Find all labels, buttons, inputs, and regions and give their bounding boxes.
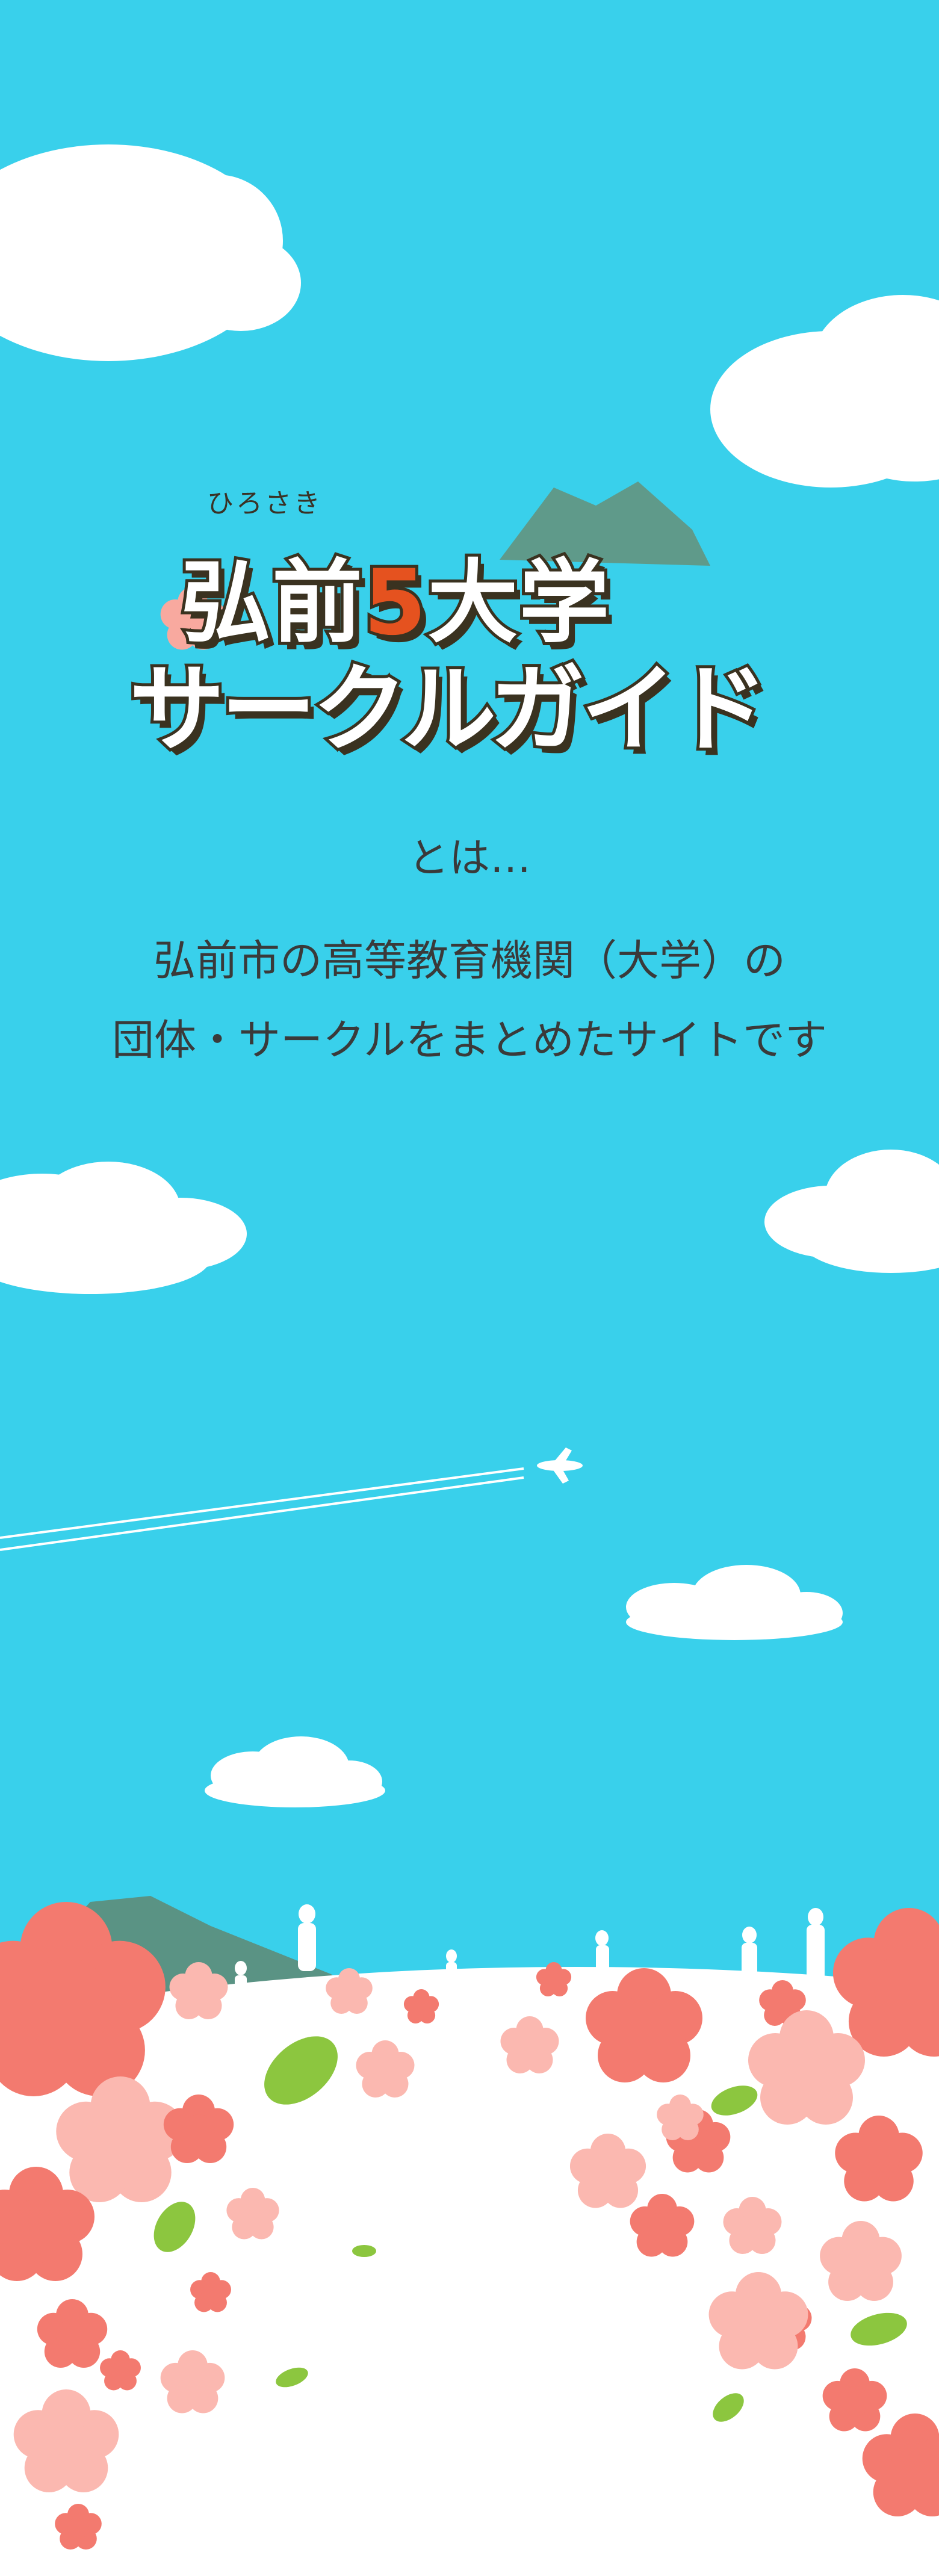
intro-line-1: 弘前市の高等教育機関（大学）の [153, 936, 786, 985]
contrail [0, 1467, 524, 1551]
intro-line-2: 団体・サークルをまとめたサイトです [112, 1015, 827, 1065]
cloud-small-center [205, 1736, 385, 1807]
intro-heading: とは… [408, 835, 531, 882]
cloud-top-left [0, 144, 301, 361]
logo-subtitle: ひろさき [207, 488, 323, 519]
airplane-icon [537, 1447, 583, 1484]
cloud-small-right [626, 1565, 843, 1640]
cloud-top-right [710, 295, 939, 488]
intro-description: 弘前市の高等教育機関（大学）の 団体・サークルをまとめたサイトです [0, 921, 939, 1080]
cloud-mid-right [764, 1150, 939, 1273]
logo-circle-guide: サークルガイド [126, 651, 771, 768]
cloud-mid-left [0, 1162, 247, 1294]
background-illustration [0, 144, 939, 2576]
